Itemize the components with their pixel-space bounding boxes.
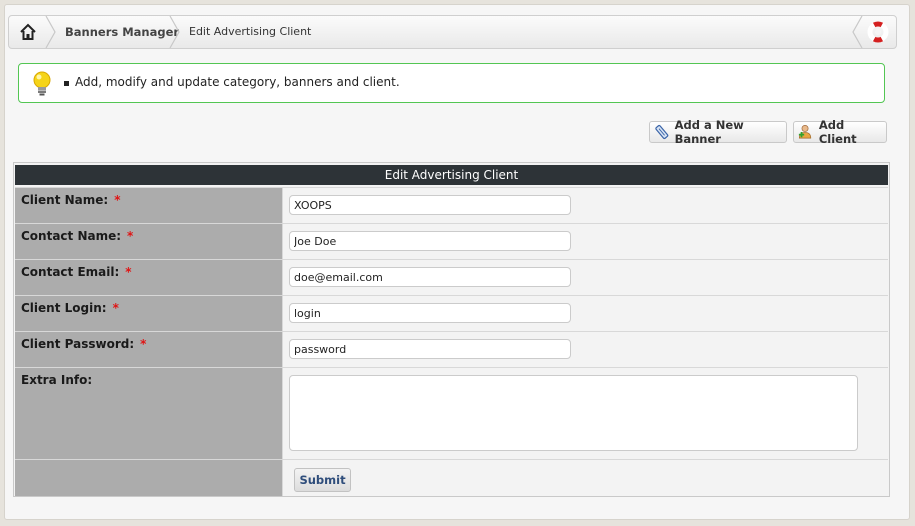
- form-row-contact-email: Contact Email: *: [15, 259, 888, 295]
- add-client-button[interactable]: Add Client: [793, 118, 887, 146]
- breadcrumb-separator: [169, 16, 180, 48]
- form-row-client-password: Client Password: *: [15, 331, 888, 367]
- required-mark: *: [125, 265, 132, 279]
- add-banner-button[interactable]: Add a New Banner: [649, 118, 787, 146]
- field-label: Client Name: *: [21, 193, 121, 207]
- required-mark: *: [114, 193, 121, 207]
- field-label: Contact Name: *: [21, 229, 134, 243]
- tip-text: Add, modify and update category, banners…: [75, 75, 400, 89]
- form-title: Edit Advertising Client: [15, 165, 888, 185]
- form-row-client-name: Client Name: *: [15, 187, 888, 223]
- add-user-icon: [798, 125, 812, 139]
- add-client-label: Add Client: [818, 118, 857, 146]
- tip-bullet: [64, 81, 69, 86]
- add-banner-label: Add a New Banner: [674, 118, 744, 146]
- home-icon[interactable]: [9, 16, 47, 48]
- breadcrumb-item-banners-manager[interactable]: Banners Manager: [65, 25, 179, 39]
- field-label: Contact Email: *: [21, 265, 132, 279]
- client-login-input[interactable]: [289, 303, 571, 323]
- client-password-input[interactable]: [289, 339, 571, 359]
- form-row-contact-name: Contact Name: *: [15, 223, 888, 259]
- lightbulb-icon: [33, 71, 51, 96]
- tip-box: Add, modify and update category, banners…: [18, 63, 885, 103]
- breadcrumb: Banners Manager Edit Advertising Client: [8, 15, 897, 49]
- form-row-client-login: Client Login: *: [15, 295, 888, 331]
- submit-button[interactable]: Submit: [294, 468, 351, 492]
- required-mark: *: [112, 301, 119, 315]
- form-row-extra-info: Extra Info:: [15, 367, 888, 459]
- breadcrumb-separator: [45, 16, 56, 48]
- breadcrumb-item-current: Edit Advertising Client: [189, 25, 312, 38]
- edit-client-form: Edit Advertising Client Client Name:* Co…: [13, 162, 890, 497]
- help-button[interactable]: [852, 16, 896, 48]
- client-name-input[interactable]: [289, 195, 571, 215]
- required-mark: *: [127, 229, 134, 243]
- contact-name-input[interactable]: [289, 231, 571, 251]
- required-mark: *: [140, 337, 147, 351]
- field-label: Client Login: *: [21, 301, 119, 315]
- lifebuoy-icon: [867, 21, 889, 43]
- banner-icon: [655, 124, 669, 140]
- field-label: Extra Info:: [21, 373, 93, 387]
- contact-email-input[interactable]: [289, 267, 571, 287]
- field-label: Client Password: *: [21, 337, 147, 351]
- extra-info-textarea[interactable]: [289, 375, 858, 451]
- form-row-submit: Submit: [15, 459, 888, 496]
